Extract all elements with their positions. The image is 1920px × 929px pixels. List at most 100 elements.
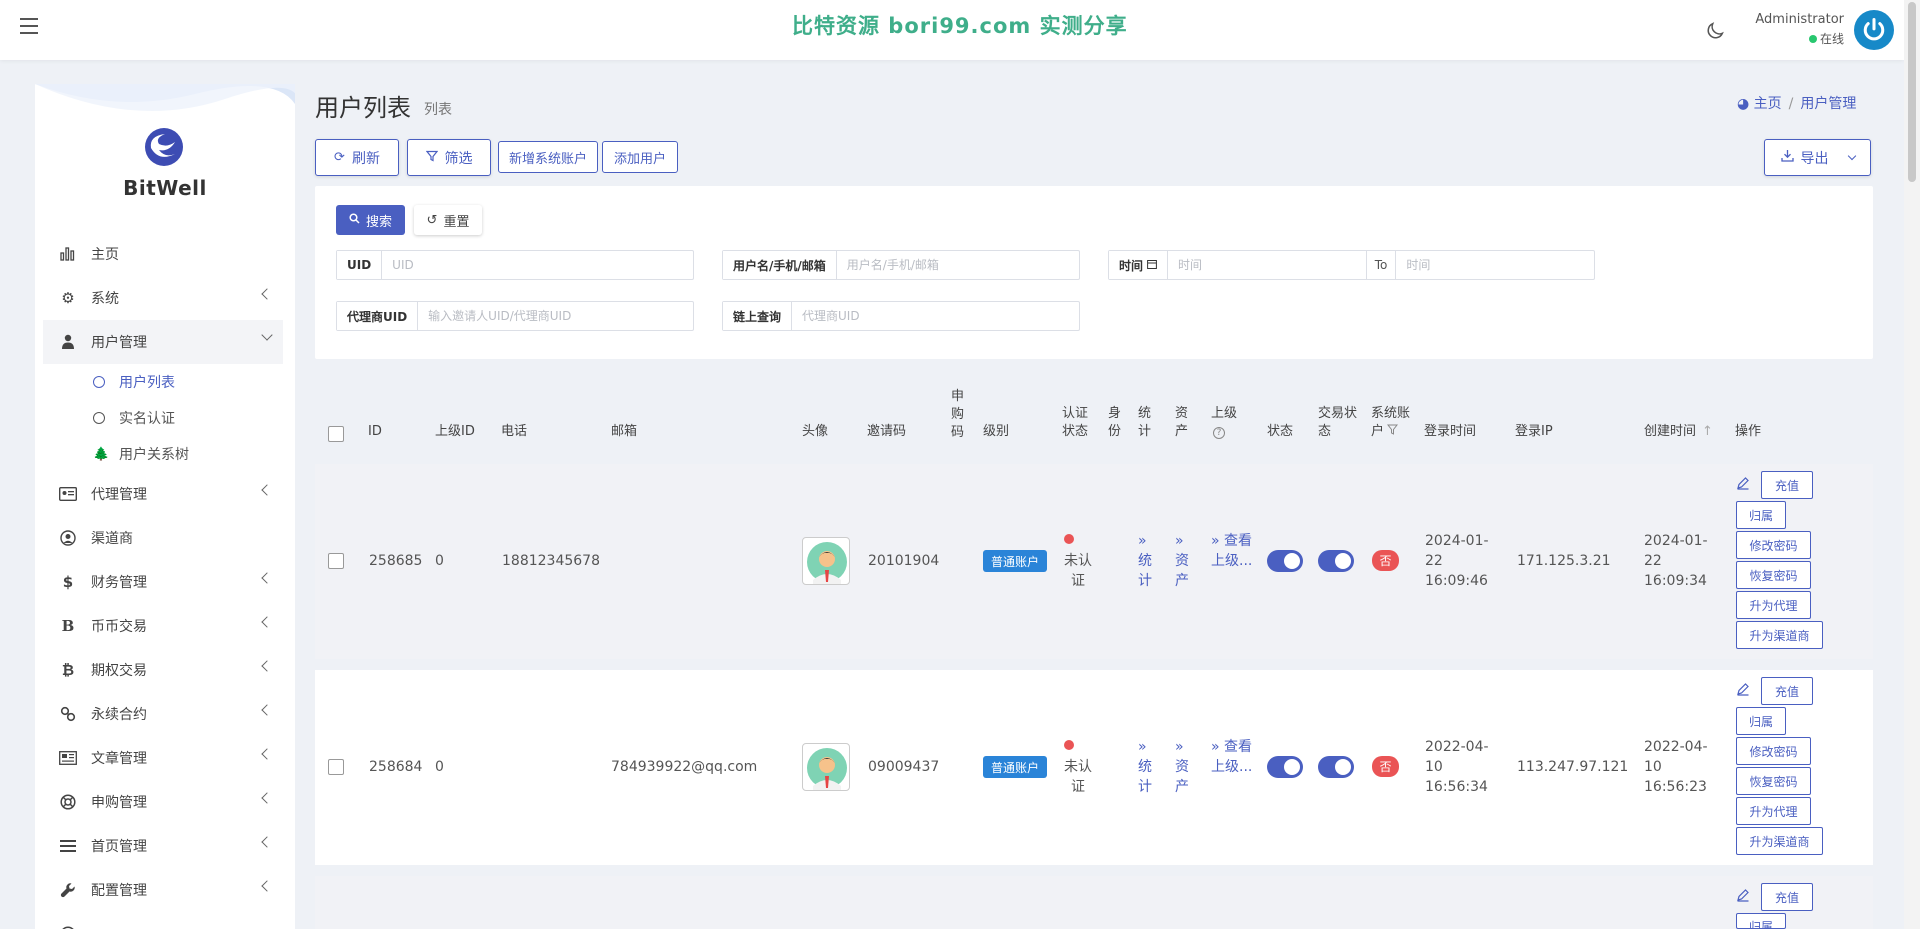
sidebar-item-channel[interactable]: 渠道商 [43,516,283,560]
sidebar-item-subscription[interactable]: 申购管理 [43,780,283,824]
table-row[interactable]: 258685 0 18812345678 20101904 普通账户 未认证 »… [315,464,1873,659]
col-header-phone[interactable]: 电话 [501,423,527,441]
col-header-system-account[interactable]: 系统账户 [1371,405,1415,441]
sidebar-item-system[interactable]: ⚙ 系统 [43,276,283,320]
user-search-input[interactable] [836,251,1079,279]
sidebar-item-finance[interactable]: $ 财务管理 [43,560,283,604]
sort-arrow-up-icon[interactable]: ↑ [1702,424,1713,439]
restore-password-button[interactable]: 恢复密码 [1736,561,1811,589]
col-header-identity[interactable]: 身份 [1108,405,1122,441]
sidebar-item-more[interactable] [43,912,283,929]
recharge-button[interactable]: 充值 [1761,677,1813,705]
brand-name: BitWell [123,176,207,200]
sidebar-item-options[interactable]: ₿ 期权交易 [43,648,283,692]
col-header-parent-id[interactable]: 上级ID [435,423,475,441]
assets-link[interactable]: » 资产 [1175,531,1189,591]
table-row[interactable]: 258684 0 784939922@qq.com 09009437 普通账户 … [315,670,1873,865]
change-password-button[interactable]: 修改密码 [1736,737,1811,765]
sidebar-item-label: 系统 [91,291,119,307]
breadcrumb-current[interactable]: 用户管理 [1800,96,1856,112]
help-circle-icon[interactable]: ? [1213,427,1225,439]
col-header-trade-status[interactable]: 交易状态 [1318,405,1360,441]
sidebar-item-agent[interactable]: 代理管理 [43,472,283,516]
row-checkbox[interactable] [328,553,344,569]
sidebar-item-home[interactable]: 主页 [43,232,283,276]
edit-icon[interactable] [1736,476,1750,490]
sidebar-item-spot-trading[interactable]: B 币币交易 [43,604,283,648]
sidebar-item-config[interactable]: 配置管理 [43,868,283,912]
search-button[interactable]: 搜索 [336,205,405,235]
view-superior-link[interactable]: » 查看上级... [1211,531,1253,571]
col-header-superior[interactable]: 上级? [1211,405,1239,441]
col-header-level[interactable]: 级别 [983,423,1009,441]
col-header-assets[interactable]: 资产 [1175,405,1189,441]
col-header-email[interactable]: 邮箱 [611,423,637,441]
belong-button[interactable]: 归属 [1736,501,1786,529]
refresh-button[interactable]: ⟳ 刷新 [315,139,399,176]
chevron-left-icon [261,288,273,300]
edit-icon[interactable] [1736,888,1750,902]
page-scrollbar[interactable] [1904,0,1920,929]
promote-channel-button[interactable]: 升为渠道商 [1736,621,1823,649]
belong-button[interactable]: 归属 [1736,707,1786,735]
col-header-status[interactable]: 状态 [1267,423,1293,441]
row-checkbox[interactable] [328,759,344,775]
col-header-purchase-code[interactable]: 申购码 [951,388,965,442]
agent-uid-input[interactable] [418,302,693,330]
time-start-input[interactable] [1168,251,1366,279]
hamburger-menu-icon[interactable] [20,18,38,34]
add-system-account-button[interactable]: 新增系统账户 [498,141,598,173]
promote-agent-button[interactable]: 升为代理 [1736,591,1811,619]
reset-button[interactable]: ↺ 重置 [414,205,482,235]
col-header-invite-code[interactable]: 邀请码 [867,423,906,441]
stats-link[interactable]: » 统计 [1138,531,1152,591]
sidebar-item-perpetual[interactable]: 永续合约 [43,692,283,736]
promote-channel-button[interactable]: 升为渠道商 [1736,827,1823,855]
dark-mode-moon-icon[interactable] [1704,20,1726,42]
table-row[interactable]: 充值 归属 [315,876,1873,929]
export-button[interactable]: 导出 [1764,139,1871,176]
view-superior-link[interactable]: » 查看上级... [1211,737,1253,777]
time-end-input[interactable] [1396,251,1594,279]
status-toggle[interactable] [1267,756,1303,778]
trade-status-toggle[interactable] [1318,756,1354,778]
filter-icon[interactable] [1386,424,1399,435]
recharge-button[interactable]: 充值 [1761,471,1813,499]
col-header-auth-status[interactable]: 认证状态 [1062,405,1090,441]
col-header-stats[interactable]: 统计 [1138,405,1152,441]
belong-button[interactable]: 归属 [1736,913,1786,929]
user-avatar[interactable] [802,743,850,791]
chain-query-input[interactable] [792,302,1079,330]
col-header-avatar[interactable]: 头像 [802,423,828,441]
uid-input[interactable] [382,251,693,279]
restore-password-button[interactable]: 恢复密码 [1736,767,1811,795]
download-icon [1780,149,1794,166]
sidebar-subitem-user-tree[interactable]: 🌲 用户关系树 [43,436,283,472]
promote-agent-button[interactable]: 升为代理 [1736,797,1811,825]
user-avatar[interactable] [802,537,850,585]
sidebar-item-homepage[interactable]: 首页管理 [43,824,283,868]
sidebar-item-label: 期权交易 [91,663,147,679]
col-header-created-time[interactable]: 创建时间 ↑ [1644,423,1713,441]
select-all-checkbox[interactable] [328,426,344,442]
sidebar-item-articles[interactable]: 文章管理 [43,736,283,780]
trade-status-toggle[interactable] [1318,550,1354,572]
recharge-button[interactable]: 充值 [1761,883,1813,911]
sidebar-subitem-real-name[interactable]: 实名认证 [43,400,283,436]
assets-link[interactable]: » 资产 [1175,737,1189,797]
user-circle-icon [57,529,79,547]
stats-link[interactable]: » 统计 [1138,737,1152,797]
power-avatar-icon[interactable] [1854,10,1894,50]
col-header-id[interactable]: ID [368,423,382,441]
edit-icon[interactable] [1736,682,1750,696]
status-toggle[interactable] [1267,550,1303,572]
col-header-login-ip[interactable]: 登录IP [1515,423,1553,441]
col-header-login-time[interactable]: 登录时间 [1424,423,1476,441]
breadcrumb-home[interactable]: 主页 [1754,96,1782,112]
sidebar-subitem-user-list[interactable]: 用户列表 [43,364,283,400]
add-user-button[interactable]: 添加用户 [602,141,678,173]
sidebar-item-user-management[interactable]: 用户管理 [43,320,283,364]
filter-button[interactable]: 筛选 [407,139,491,176]
user-info[interactable]: Administrator 在线 [1750,12,1844,47]
change-password-button[interactable]: 修改密码 [1736,531,1811,559]
